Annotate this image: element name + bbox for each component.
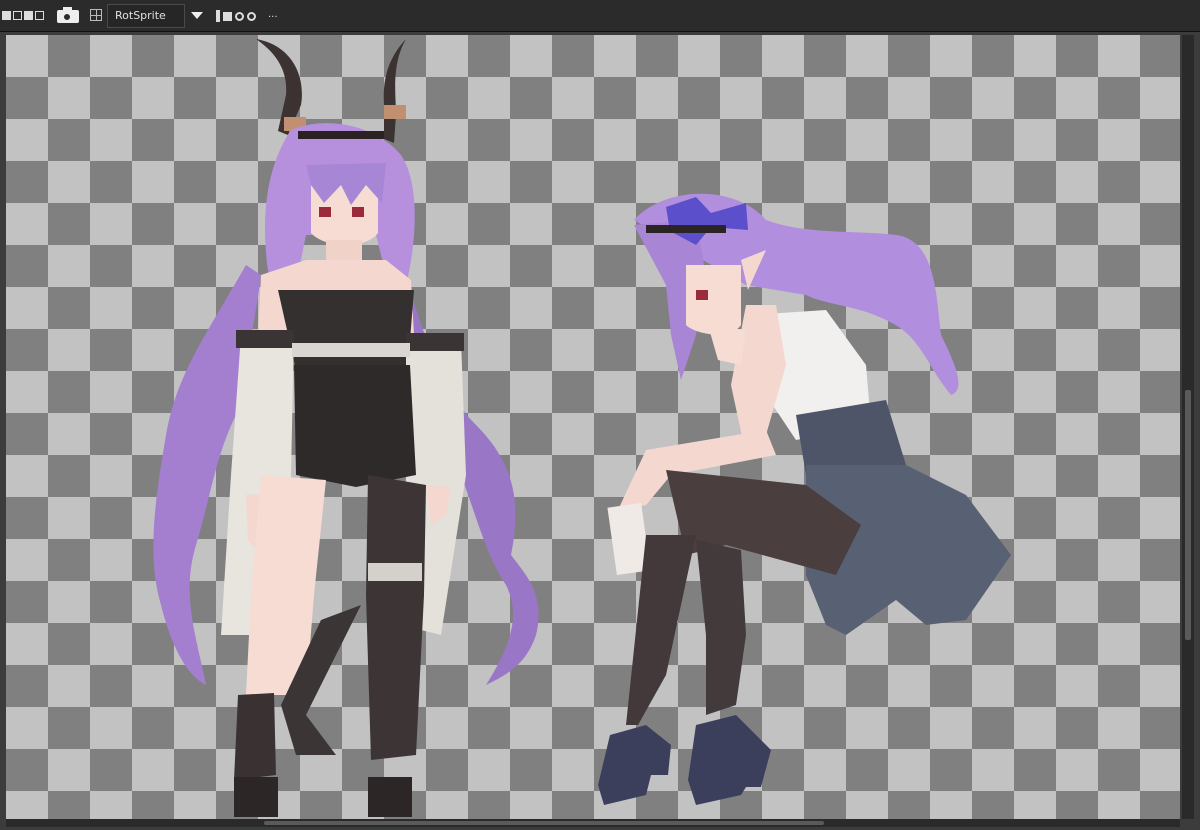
replace-selection-icon[interactable] [2, 10, 11, 20]
flip-icon[interactable] [216, 10, 220, 22]
camera-icon[interactable] [57, 6, 79, 24]
jacket-collar-left [236, 330, 294, 348]
horizontal-scrollbar[interactable] [6, 819, 1180, 827]
pixel-grid-icon[interactable] [90, 9, 102, 21]
jacket-collar-right [406, 333, 464, 351]
right-eye [352, 207, 364, 217]
belt [292, 343, 410, 357]
raised-hand [708, 325, 746, 365]
vertical-scrollbar[interactable] [1182, 35, 1194, 819]
intersect-selection-icon[interactable] [35, 10, 44, 20]
face [686, 265, 741, 335]
sprite-layer [153, 39, 1011, 817]
lower-leg-right [696, 540, 746, 715]
shorts [294, 365, 416, 487]
headband [298, 131, 384, 139]
headband [646, 225, 726, 233]
left-boot [234, 777, 278, 817]
toolbar: RotSprite ... [0, 0, 1200, 32]
right-boot [368, 777, 412, 817]
align-icon[interactable] [223, 11, 232, 21]
seated-girl-sprite[interactable] [598, 193, 1011, 805]
more-options-button[interactable]: ... [268, 9, 278, 21]
thigh-strap [368, 563, 422, 581]
right-heel [688, 715, 771, 805]
eye [696, 290, 708, 300]
right-leg-stocking [366, 475, 426, 760]
subtract-selection-icon[interactable] [24, 10, 33, 20]
chevron-down-icon[interactable] [191, 12, 203, 19]
add-selection-icon[interactable] [13, 10, 22, 20]
rotation-algorithm-select[interactable]: RotSprite [107, 4, 185, 28]
pivot-icon[interactable] [235, 11, 244, 21]
selection-mode-group[interactable] [2, 7, 48, 23]
horizontal-scroll-thumb[interactable] [264, 821, 824, 825]
left-heel [598, 725, 671, 805]
right-horn [383, 39, 406, 143]
canvas-area [0, 32, 1200, 830]
dark-top [278, 290, 414, 370]
left-sock [234, 693, 276, 780]
vertical-scroll-thumb[interactable] [1185, 390, 1191, 640]
horned-girl-sprite[interactable] [153, 39, 539, 817]
horn-band-right [384, 105, 406, 119]
left-eye [319, 207, 331, 217]
transform-tools [216, 8, 256, 24]
transparent-canvas[interactable] [6, 35, 1180, 819]
target-icon[interactable] [247, 11, 256, 21]
